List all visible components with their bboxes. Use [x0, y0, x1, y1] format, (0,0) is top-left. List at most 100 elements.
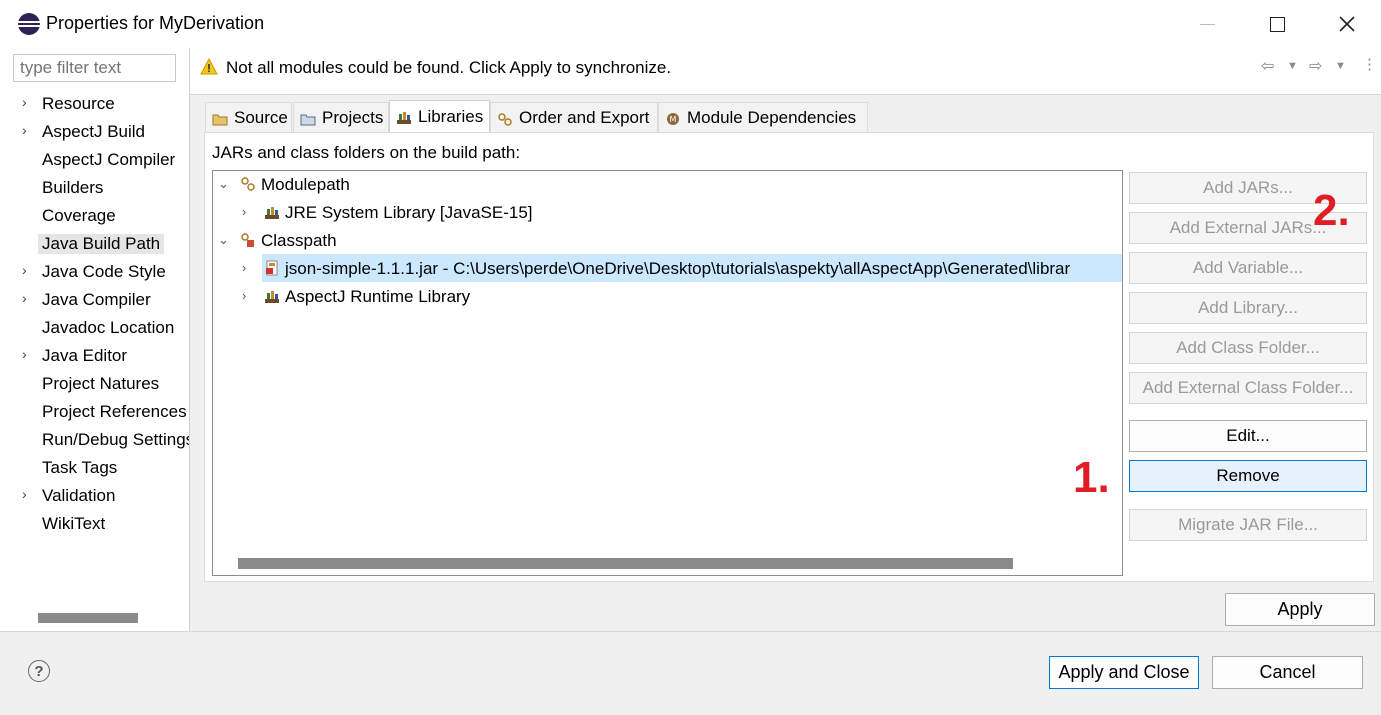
forward-arrow-icon[interactable]: ⇨: [1309, 56, 1322, 76]
tree-item-label: Classpath: [261, 231, 337, 250]
nav-item[interactable]: › Java Editor: [0, 343, 189, 369]
nav-item[interactable]: Coverage: [0, 203, 189, 229]
cancel-button[interactable]: Cancel: [1212, 656, 1363, 689]
nav-item[interactable]: Java Build Path: [0, 231, 189, 257]
eclipse-app-icon: [17, 12, 41, 36]
nav-item-label: Coverage: [42, 206, 116, 225]
warning-icon: [200, 57, 218, 76]
migrate-jar-button[interactable]: Migrate JAR File...: [1129, 509, 1367, 541]
nav-item[interactable]: Run/Debug Settings: [0, 427, 189, 453]
nav-item-label: Java Compiler: [42, 290, 151, 309]
filter-input[interactable]: [13, 54, 176, 82]
nav-item[interactable]: Builders: [0, 175, 189, 201]
nav-item[interactable]: Project Natures: [0, 371, 189, 397]
tab-source[interactable]: Source: [205, 102, 292, 132]
annotation-step-2: 2.: [1313, 186, 1350, 235]
expand-chevron-icon[interactable]: ›: [22, 487, 34, 501]
library-icon: [264, 288, 280, 304]
tree-item-label: json-simple-1.1.1.jar - C:\Users\perde\O…: [285, 259, 1071, 278]
forward-dropdown-icon[interactable]: ▼: [1335, 60, 1346, 72]
nav-item-label: Resource: [42, 94, 115, 113]
add-variable-button[interactable]: Add Variable...: [1129, 252, 1367, 284]
nav-item-label: Project Natures: [42, 374, 160, 393]
collapse-chevron-icon[interactable]: ⌄: [218, 232, 229, 248]
nav-item-label: Java Editor: [42, 346, 128, 365]
remove-button[interactable]: Remove: [1129, 460, 1367, 492]
tab-projects[interactable]: Projects: [293, 102, 389, 132]
expand-chevron-icon[interactable]: ›: [22, 291, 34, 305]
tree-item-label: Modulepath: [261, 175, 350, 194]
nav-item[interactable]: Project References: [0, 399, 189, 425]
collapse-chevron-icon[interactable]: ⌄: [218, 176, 229, 192]
add-class-folder-button[interactable]: Add Class Folder...: [1129, 332, 1367, 364]
minimize-icon: [1199, 23, 1215, 25]
projects-icon: [300, 111, 316, 125]
nav-item-label: AspectJ Compiler: [42, 150, 176, 169]
window-title: Properties for MyDerivation: [46, 13, 265, 33]
nav-item-label: Javadoc Location: [42, 318, 175, 337]
nav-item[interactable]: › AspectJ Build: [0, 119, 189, 145]
nav-item-label: Java Build Path: [38, 234, 165, 254]
jar-icon: [264, 260, 280, 276]
tab-module-dependencies-label: Module Dependencies: [687, 107, 857, 127]
module-icon: M: [665, 111, 681, 125]
maximize-icon: [1269, 16, 1285, 32]
tab-libraries-label: Libraries: [418, 107, 484, 126]
apply-and-close-button[interactable]: Apply and Close: [1049, 656, 1199, 689]
expand-chevron-icon[interactable]: ›: [22, 95, 34, 109]
expand-chevron-icon[interactable]: ›: [22, 263, 34, 277]
nav-item[interactable]: › Java Code Style: [0, 259, 189, 285]
tab-libraries[interactable]: Libraries: [389, 100, 490, 133]
annotation-step-1: 1.: [1073, 453, 1110, 502]
libraries-caption: JARs and class folders on the build path…: [212, 143, 521, 162]
close-icon: [1339, 16, 1355, 32]
nav-item[interactable]: › Resource: [0, 91, 189, 117]
nav-item[interactable]: Task Tags: [0, 455, 189, 481]
apply-button[interactable]: Apply: [1225, 593, 1375, 626]
source-folder-icon: [212, 111, 228, 125]
back-arrow-icon[interactable]: ⇦: [1261, 56, 1274, 76]
nav-item-label: Task Tags: [42, 458, 118, 477]
add-library-button[interactable]: Add Library...: [1129, 292, 1367, 324]
tree-item-label: JRE System Library [JavaSE-15]: [285, 203, 533, 222]
view-menu-icon[interactable]: ⋮: [1362, 55, 1377, 73]
tab-source-label: Source: [234, 107, 288, 127]
maximize-button[interactable]: [1242, 0, 1312, 48]
library-icon: [264, 204, 280, 220]
add-external-class-folder-button[interactable]: Add External Class Folder...: [1129, 372, 1367, 404]
nav-item[interactable]: › Java Compiler: [0, 287, 189, 313]
tab-module-dependencies[interactable]: M Module Dependencies: [658, 102, 868, 132]
nav-item[interactable]: › Validation: [0, 483, 189, 509]
expand-chevron-icon[interactable]: ›: [22, 347, 34, 361]
nav-item-label: Validation: [42, 486, 116, 505]
classpath-icon: [240, 232, 256, 248]
tab-order-export[interactable]: Order and Export: [490, 102, 658, 132]
expand-chevron-icon[interactable]: ›: [242, 260, 246, 275]
nav-item[interactable]: Javadoc Location: [0, 315, 189, 341]
tree-horizontal-scrollbar[interactable]: [238, 558, 1013, 569]
left-horizontal-scrollbar[interactable]: [38, 613, 138, 623]
nav-item-label: Run/Debug Settings: [42, 430, 189, 449]
expand-chevron-icon[interactable]: ›: [22, 123, 34, 137]
nav-item[interactable]: WikiText: [0, 511, 189, 537]
minimize-button[interactable]: [1172, 0, 1242, 48]
expand-chevron-icon[interactable]: ›: [242, 204, 246, 219]
help-icon[interactable]: ?: [28, 660, 50, 682]
nav-item-label: Project References: [42, 402, 187, 421]
close-button[interactable]: [1312, 0, 1381, 48]
nav-item-label: Builders: [42, 178, 104, 197]
tab-order-export-label: Order and Export: [519, 107, 650, 127]
tab-projects-label: Projects: [322, 107, 384, 127]
nav-item[interactable]: AspectJ Compiler: [0, 147, 189, 173]
edit-button[interactable]: Edit...: [1129, 420, 1367, 452]
back-dropdown-icon[interactable]: ▼: [1287, 60, 1298, 72]
modulepath-icon: [240, 176, 256, 192]
order-export-icon: [497, 111, 513, 126]
svg-text:M: M: [670, 115, 677, 124]
nav-item-label: AspectJ Build: [42, 122, 145, 141]
expand-chevron-icon[interactable]: ›: [242, 288, 246, 303]
build-path-tree[interactable]: [212, 170, 1123, 576]
libraries-icon: [396, 110, 412, 124]
message-text: Not all modules could be found. Click Ap…: [226, 58, 672, 77]
nav-item-label: Java Code Style: [42, 262, 166, 281]
